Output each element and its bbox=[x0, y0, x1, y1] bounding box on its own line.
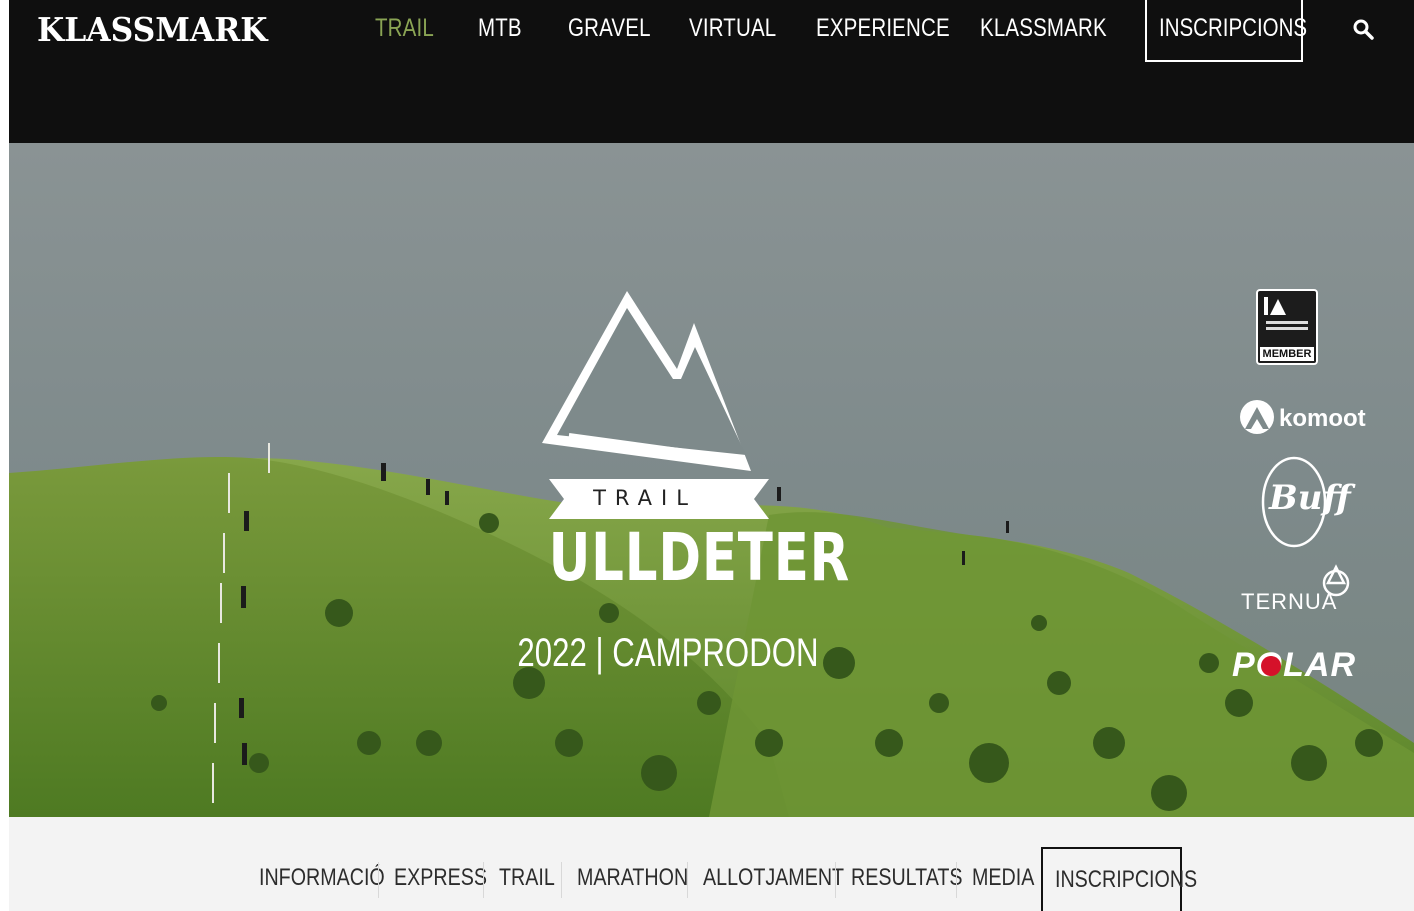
hero-banner: TRAIL ULLDETER 2022 | CAMPRODON MEMBER k… bbox=[9, 143, 1414, 817]
hero-landscape-image bbox=[9, 143, 1414, 817]
subnav-item-trail[interactable]: TRAIL bbox=[499, 864, 555, 892]
inscripcions-button[interactable]: INSCRIPCIONS bbox=[1145, 0, 1307, 62]
ternua-icon bbox=[1322, 564, 1350, 597]
nav-item-virtual[interactable]: VIRTUAL bbox=[689, 14, 776, 43]
subnav-divider bbox=[483, 862, 484, 898]
itra-logo-icon bbox=[1264, 297, 1308, 330]
event-subnav: INFORMACIÓ EXPRESS TRAIL MARATHON ALLOTJ… bbox=[9, 817, 1414, 911]
search-icon[interactable] bbox=[1352, 18, 1376, 42]
itra-member-label: MEMBER bbox=[1260, 347, 1314, 361]
subnav-divider bbox=[561, 862, 562, 898]
subnav-item-allotjament[interactable]: ALLOTJAMENT bbox=[703, 864, 844, 892]
polar-logo[interactable]: POLAR bbox=[1232, 646, 1356, 685]
nav-item-trail[interactable]: TRAIL bbox=[375, 14, 434, 43]
inscripcions-label: INSCRIPCIONS bbox=[1159, 14, 1308, 42]
top-header: KLASSMARK TRAIL MTB GRAVEL VIRTUAL EXPER… bbox=[9, 0, 1414, 143]
subnav-divider bbox=[687, 862, 688, 898]
nav-item-gravel[interactable]: GRAVEL bbox=[568, 14, 651, 43]
subnav-divider bbox=[835, 862, 836, 898]
logo-ribbon: TRAIL bbox=[533, 481, 757, 519]
subnav-divider bbox=[378, 862, 379, 898]
subnav-item-express[interactable]: EXPRESS bbox=[394, 864, 487, 892]
itra-member-badge[interactable]: MEMBER bbox=[1256, 289, 1318, 365]
polar-dot-icon bbox=[1261, 656, 1281, 676]
komoot-icon bbox=[1240, 400, 1274, 434]
subnav-item-resultats[interactable]: RESULTATS bbox=[851, 864, 963, 892]
subnav-item-media[interactable]: MEDIA bbox=[972, 864, 1034, 892]
nav-item-klassmark[interactable]: KLASSMARK bbox=[980, 14, 1107, 43]
nav-item-experience[interactable]: EXPERIENCE bbox=[816, 14, 950, 43]
ribbon-text: TRAIL bbox=[593, 486, 697, 510]
event-subtitle: 2022 | CAMPRODON bbox=[517, 631, 819, 675]
subnav-divider bbox=[956, 862, 957, 898]
nav-item-mtb[interactable]: MTB bbox=[478, 14, 522, 43]
buff-logo-text: Buff bbox=[1269, 478, 1351, 518]
komoot-logo[interactable]: komoot bbox=[1279, 405, 1366, 433]
subnav-item-marathon[interactable]: MARATHON bbox=[577, 864, 688, 892]
event-name: ULLDETER bbox=[548, 519, 851, 596]
subnav-inscripcions-button[interactable]: INSCRIPCIONS bbox=[1041, 847, 1197, 911]
subnav-inscripcions-label: INSCRIPCIONS bbox=[1055, 866, 1198, 893]
subnav-item-informacio[interactable]: INFORMACIÓ bbox=[259, 864, 385, 892]
main-nav: TRAIL MTB GRAVEL VIRTUAL EXPERIENCE KLAS… bbox=[9, 0, 1414, 64]
